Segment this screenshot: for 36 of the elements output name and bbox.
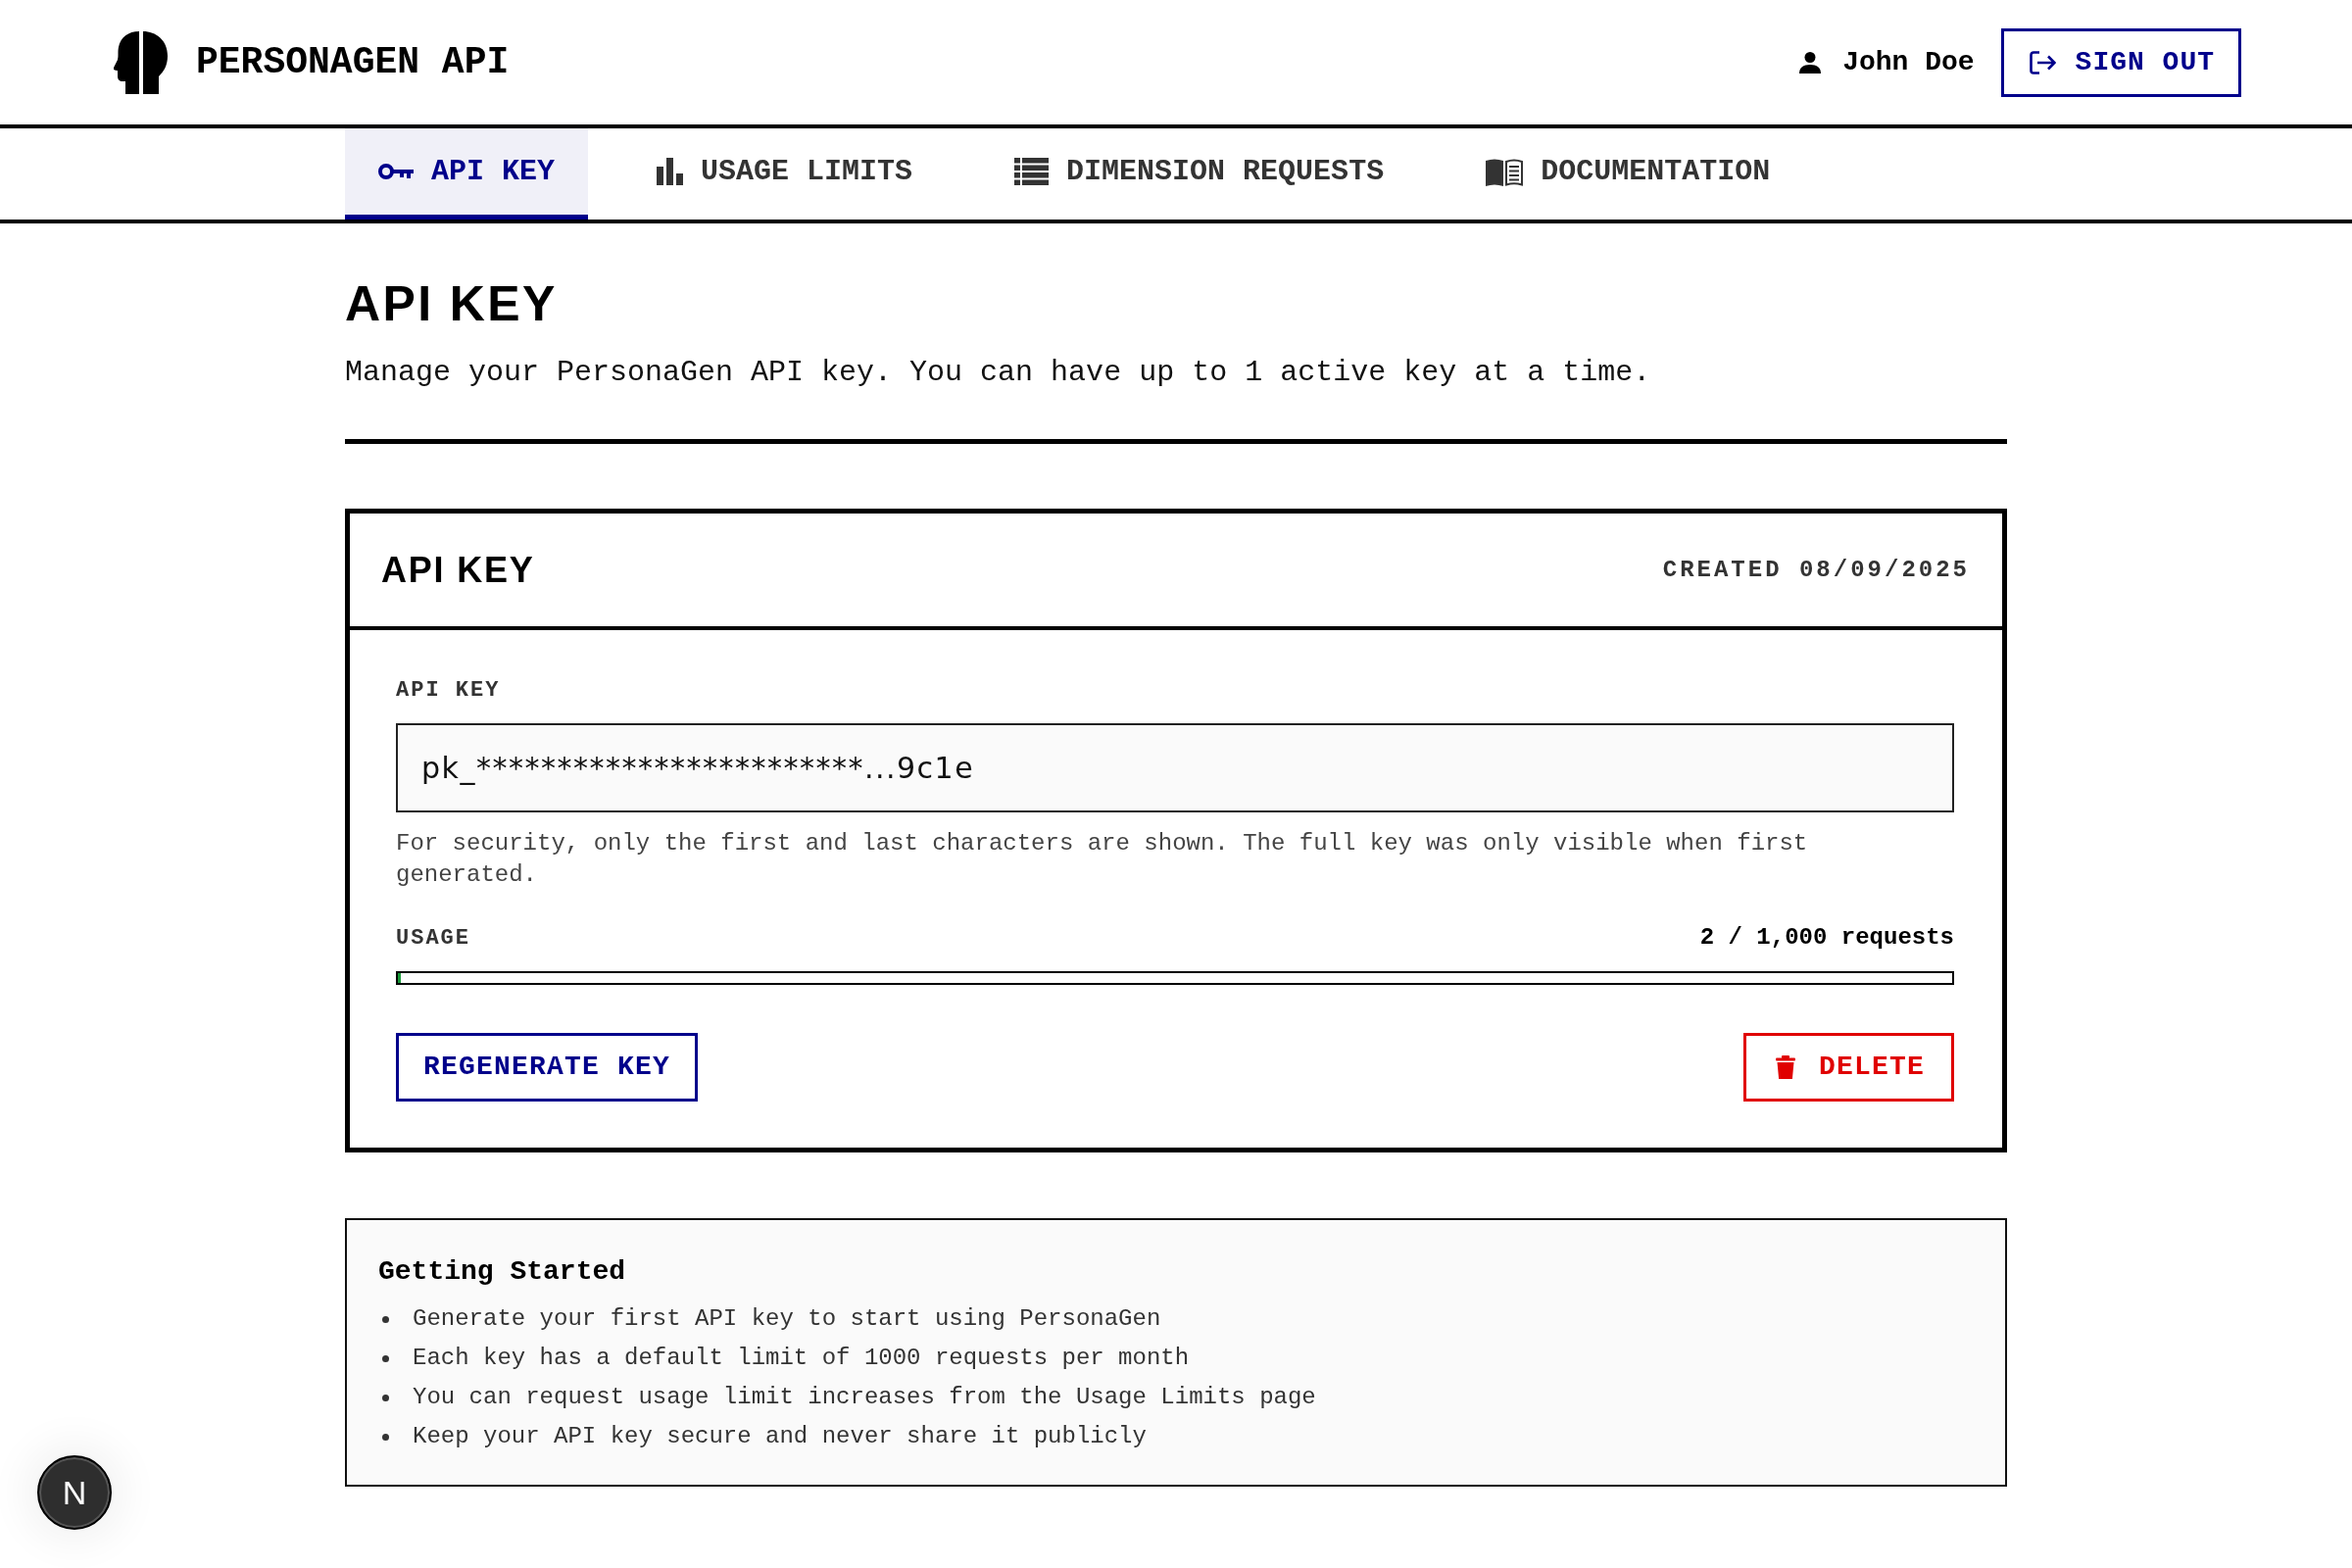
- info-list-item: Generate your first API key to start using PersonaGen: [413, 1304, 1161, 1334]
- nav-tab[interactable]: USAGE LIMITS: [623, 128, 947, 220]
- bullet-icon: [382, 1433, 389, 1441]
- bar-chart-icon: [657, 158, 684, 185]
- card-title: API KEY: [381, 548, 535, 592]
- bullet-icon: [382, 1315, 389, 1323]
- sign-out-icon: [2029, 50, 2056, 74]
- bullet-icon: [382, 1394, 389, 1401]
- sign-out-button[interactable]: SIGN OUT: [2000, 27, 2241, 97]
- nav-tab[interactable]: DOCUMENTATION: [1452, 128, 1804, 220]
- floating-action-button[interactable]: N: [37, 1455, 112, 1530]
- head-logo-icon: [114, 29, 169, 95]
- page-subtitle: Manage your PersonaGen API key. You can have up to 1 active key at a time.: [345, 355, 1652, 391]
- info-list-item: Each key has a default limit of 1000 requests per month: [413, 1344, 1190, 1373]
- nav-tab[interactable]: DIMENSION REQUESTS: [981, 128, 1418, 220]
- api-key-field[interactable]: pk_************************...9c1e: [396, 723, 1954, 812]
- delete-button[interactable]: DELETE: [1742, 1033, 1954, 1102]
- help-text: For security, only the first and last characters are shown. The full key was only visible when first generated.: [396, 829, 1809, 890]
- book-icon: [1486, 157, 1524, 186]
- info-list-item: Keep your API key secure and never share it publicly: [413, 1422, 1147, 1451]
- regenerate-key-button[interactable]: REGENERATE KEY: [396, 1033, 699, 1102]
- trash-icon: [1775, 1055, 1795, 1079]
- usage-count: 2 / 1,000 requests: [1699, 923, 1954, 953]
- usage-label: USAGE: [396, 924, 470, 953]
- page-title: API KEY: [345, 275, 559, 333]
- nav-tab[interactable]: API KEY: [345, 128, 589, 220]
- key-icon: [378, 163, 414, 180]
- info-title: Getting Started: [378, 1255, 627, 1289]
- field-label: API KEY: [396, 677, 502, 705]
- bullet-icon: [382, 1354, 389, 1362]
- person-icon: [1799, 51, 1822, 74]
- user-name: John Doe: [1842, 45, 1975, 79]
- created-date: CREATED 08/09/2025: [1662, 555, 1970, 585]
- info-list-item: You can request usage limit increases from the Usage Limits page: [413, 1383, 1316, 1412]
- brand-title: PERSONAGEN API: [196, 40, 510, 85]
- list-icon: [1014, 158, 1050, 185]
